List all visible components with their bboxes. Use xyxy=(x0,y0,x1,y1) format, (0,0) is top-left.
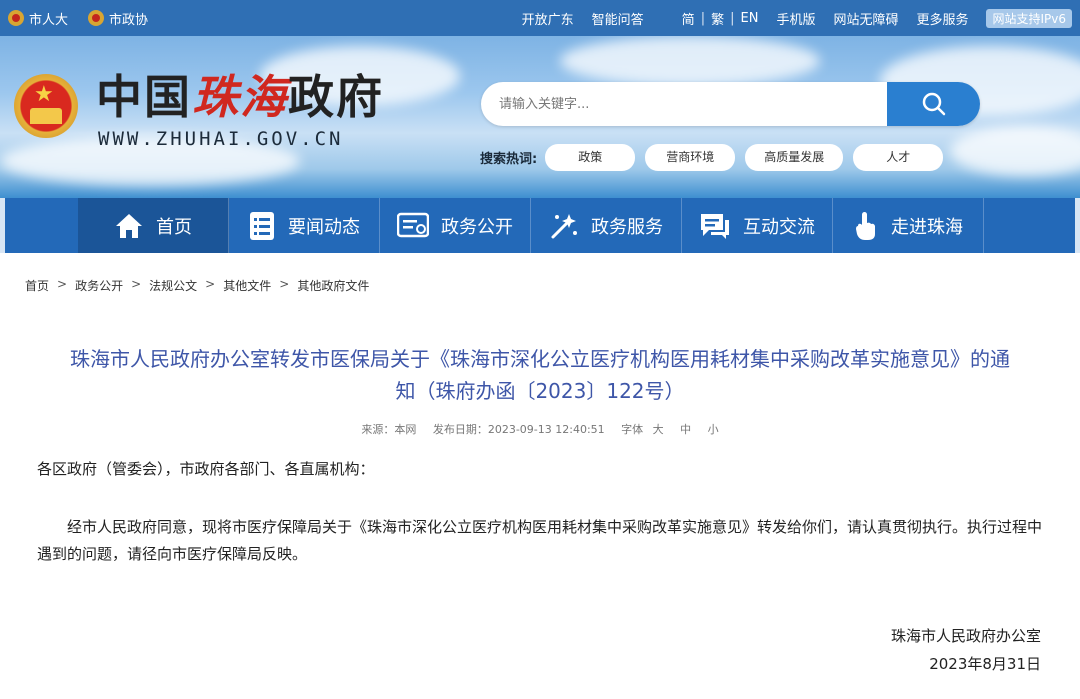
emblem-icon xyxy=(88,10,105,26)
article-signature: 珠海市人民政府办公室 xyxy=(890,627,1041,645)
nav-items: 首页 要闻动态 政务公开 政务服务 互动交流 走进珠海 xyxy=(78,198,984,253)
search-input[interactable] xyxy=(499,82,879,126)
link-city-cppcc[interactable]: 市政协 xyxy=(88,9,148,28)
article-page: 首页 > 政务公开 > 法规公文 > 其他文件 > 其他政府文件 珠海市人民政府… xyxy=(5,253,1075,699)
national-emblem-logo[interactable]: ★ xyxy=(14,74,78,146)
hot-tag-policy[interactable]: 政策 xyxy=(545,144,636,171)
article-title-line: 知（珠府办函〔2023〕122号） xyxy=(395,379,685,403)
nav-item-gov-services[interactable]: 政务服务 xyxy=(531,198,682,253)
top-bar: 市人大 市政协 开放广东 智能问答 简 | 繁 | EN 手机版 网站无障碍 更… xyxy=(0,0,1080,36)
home-icon xyxy=(116,213,142,238)
top-bar-right: 开放广东 智能问答 简 | 繁 | EN 手机版 网站无障碍 更多服务 网站支持… xyxy=(504,0,1072,36)
logo-prefix: 中国 xyxy=(96,70,192,124)
hot-tag-talent[interactable]: 人才 xyxy=(853,144,944,171)
nav-edge xyxy=(1075,198,1080,253)
breadcrumb-gov-affairs-public[interactable]: 政务公开 xyxy=(75,277,123,294)
site-logo-text[interactable]: 中国珠海政府 xyxy=(96,74,384,120)
link-simplified[interactable]: 简 xyxy=(682,9,695,28)
nav-edge xyxy=(0,198,5,253)
logo-city: 珠海 xyxy=(192,70,288,124)
breadcrumb-separator: > xyxy=(131,277,142,291)
chat-icon xyxy=(701,213,729,239)
font-size-label: 字体 xyxy=(621,423,644,436)
emblem-icon xyxy=(8,10,24,26)
breadcrumb-separator: > xyxy=(205,277,216,291)
hot-search-terms: 搜索热词: 政策 营商环境 高质量发展 人才 xyxy=(480,144,953,171)
header-banner: ★ 中国珠海政府 WWW.ZHUHAI.GOV.CN 搜索热词: 政策 营商环境… xyxy=(0,36,1080,198)
breadcrumb-other-files[interactable]: 其他文件 xyxy=(223,277,271,294)
link-city-congress[interactable]: 市人大 xyxy=(8,9,68,28)
breadcrumb: 首页 > 政务公开 > 法规公文 > 其他文件 > 其他政府文件 xyxy=(25,277,377,294)
link-english[interactable]: EN xyxy=(740,11,758,26)
nav-item-about-zhuhai[interactable]: 走进珠海 xyxy=(833,198,984,253)
font-size-large-button[interactable]: 大 xyxy=(653,423,664,436)
hot-tag-high-quality-development[interactable]: 高质量发展 xyxy=(745,144,844,171)
divider: | xyxy=(730,10,735,26)
hot-search-label: 搜索热词: xyxy=(480,152,538,167)
nav-label: 走进珠海 xyxy=(891,216,963,238)
link-open-guangdong[interactable]: 开放广东 xyxy=(522,9,574,28)
breadcrumb-separator: > xyxy=(279,277,290,291)
nav-item-interaction[interactable]: 互动交流 xyxy=(682,198,833,253)
document-icon xyxy=(397,212,429,237)
nav-label: 政务公开 xyxy=(441,216,513,238)
article-source: 来源：本网 xyxy=(361,423,417,436)
nav-item-news[interactable]: 要闻动态 xyxy=(229,198,380,253)
link-label: 市政协 xyxy=(109,12,149,28)
top-bar-left: 市人大 市政协 xyxy=(8,0,168,36)
hand-pointer-icon xyxy=(856,211,875,240)
nav-label: 政务服务 xyxy=(591,216,663,238)
nav-label: 要闻动态 xyxy=(288,216,360,238)
article-meta: 来源：本网 发布日期：2023-09-13 12:40:51 字体 大 中 小 xyxy=(5,421,1075,437)
divider: | xyxy=(700,10,706,26)
font-size-medium-button[interactable]: 中 xyxy=(680,423,691,436)
search-box xyxy=(481,82,980,126)
cloud-decoration xyxy=(560,36,820,86)
nav-label: 互动交流 xyxy=(743,216,815,238)
nav-item-gov-affairs-public[interactable]: 政务公开 xyxy=(380,198,531,253)
news-list-icon xyxy=(250,211,274,240)
search-icon xyxy=(922,92,945,116)
article-title-line: 珠海市人民政府办公室转发市医保局关于《珠海市深化公立医疗机构医用耗材集中采购改革… xyxy=(70,347,1010,371)
ipv6-badge: 网站支持IPv6 xyxy=(986,8,1072,28)
link-label: 市人大 xyxy=(29,12,69,28)
link-more-services[interactable]: 更多服务 xyxy=(916,9,968,28)
nav-label: 首页 xyxy=(156,216,192,238)
article-date: 发布日期：2023-09-13 12:40:51 xyxy=(432,423,605,436)
article-title: 珠海市人民政府办公室转发市医保局关于《珠海市深化公立医疗机构医用耗材集中采购改革… xyxy=(25,343,1055,407)
cloud-decoration xyxy=(950,126,1080,176)
breadcrumb-other-gov-files[interactable]: 其他政府文件 xyxy=(297,277,369,294)
search-button[interactable] xyxy=(887,82,980,126)
article-sign-date: 2023年8月31日 xyxy=(929,655,1041,673)
article-paragraph: 经市人民政府同意，现将市医疗保障局关于《珠海市深化公立医疗机构医用耗材集中采购改… xyxy=(37,518,1043,563)
breadcrumb-separator: > xyxy=(57,277,68,291)
link-mobile[interactable]: 手机版 xyxy=(776,9,815,28)
nav-item-home[interactable]: 首页 xyxy=(78,198,229,253)
hot-tag-business-environment[interactable]: 营商环境 xyxy=(645,144,736,171)
breadcrumb-regulations[interactable]: 法规公文 xyxy=(149,277,197,294)
font-size-small-button[interactable]: 小 xyxy=(708,423,719,436)
star-icon: ★ xyxy=(34,82,54,107)
link-traditional[interactable]: 繁 xyxy=(711,9,724,28)
breadcrumb-home[interactable]: 首页 xyxy=(25,277,49,294)
link-accessibility[interactable]: 网站无障碍 xyxy=(833,9,898,28)
article-salutation: 各区政府（管委会），市政府各部门、各直属机构： xyxy=(37,460,375,478)
gate-icon xyxy=(30,108,62,124)
site-url: WWW.ZHUHAI.GOV.CN xyxy=(98,128,344,150)
service-icon xyxy=(551,213,577,238)
main-nav: 首页 要闻动态 政务公开 政务服务 互动交流 走进珠海 xyxy=(0,198,1080,253)
link-smart-qa[interactable]: 智能问答 xyxy=(592,9,644,28)
logo-suffix: 政府 xyxy=(288,70,384,124)
